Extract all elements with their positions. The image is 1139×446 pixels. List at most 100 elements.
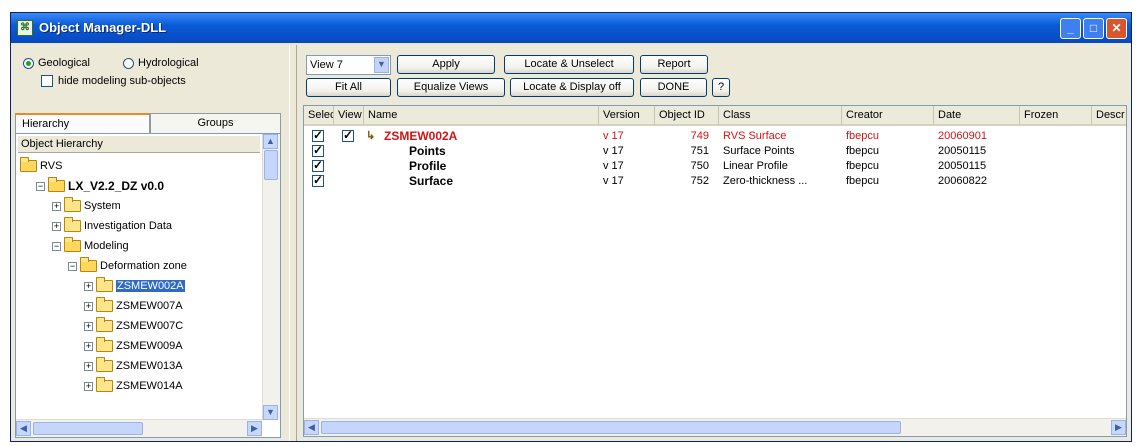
chevron-down-icon[interactable]: ▼ [374,57,389,73]
select-checkbox[interactable] [312,173,324,187]
tree-node-label[interactable]: LX_V2.2_DZ v0.0 [68,179,164,193]
radio-geological-indicator[interactable] [23,57,34,69]
column-header-version[interactable]: Version [599,106,655,126]
tree-node[interactable]: + ZSMEW014A [84,376,183,396]
column-header-object-id[interactable]: Object ID [655,106,719,126]
list-horizontal-scrollbar[interactable]: ◀ ▶ [304,418,1126,436]
tree-node-label[interactable]: ZSMEW009A [116,340,183,352]
radio-geological[interactable]: Geological [23,57,90,69]
select-checkbox[interactable] [312,128,324,142]
column-header-frozen[interactable]: Frozen [1020,106,1092,126]
hide-modeling-checkbox[interactable]: hide modeling sub-objects [41,75,186,87]
view-select[interactable]: View 7 ▼ [306,55,391,75]
done-button[interactable]: DONE [640,78,707,97]
table-row[interactable]: Points v 17 751 Surface Points fbepcu 2005011… [304,143,1126,159]
scroll-down-button[interactable]: ▼ [263,405,278,420]
locate-display-off-button[interactable]: Locate & Display off [510,78,634,97]
tree-node-label[interactable]: ZSMEW007C [116,320,183,332]
apply-button[interactable]: Apply [397,55,495,74]
scroll-right-button[interactable]: ▶ [247,421,262,436]
maximize-button[interactable]: □ [1083,18,1104,39]
list-scroll-thumb[interactable] [321,421,901,434]
scroll-up-button[interactable]: ▲ [263,134,278,149]
expand-icon[interactable]: + [52,221,61,231]
title-bar[interactable]: ⌘ Object Manager-DLL _ □ ✕ [11,13,1131,43]
tree-node[interactable]: + ZSMEW007C [84,316,183,336]
view-checkbox[interactable] [342,128,354,142]
list-scroll-left-button[interactable]: ◀ [304,420,319,435]
folder-icon [96,357,113,372]
object-name[interactable]: Points [409,143,446,159]
object-name[interactable]: ZSMEW002A [384,128,457,144]
collapse-icon[interactable]: − [68,261,77,271]
column-header-selec[interactable]: Selec [304,106,334,126]
help-button[interactable]: ? [712,78,730,97]
object-name[interactable]: Surface [409,173,453,189]
radio-hydrological-indicator[interactable] [123,57,134,69]
tab-groups[interactable]: Groups [150,113,281,133]
cell-creator: fbepcu [846,175,880,187]
expand-icon[interactable]: + [84,281,93,291]
close-button[interactable]: ✕ [1106,18,1127,39]
minimize-button[interactable]: _ [1060,18,1081,39]
column-header-date[interactable]: Date [934,106,1020,126]
column-header-class[interactable]: Class [719,106,842,126]
tree-node[interactable]: RVS [20,156,62,176]
scroll-h-thumb[interactable] [33,422,143,435]
tree-node[interactable]: − LX_V2.2_DZ v0.0 [36,176,164,196]
expand-icon[interactable]: + [84,361,93,371]
tree-node-label[interactable]: ZSMEW013A [116,360,183,372]
hide-modeling-checkbox-box[interactable] [41,75,53,87]
tree-node-label[interactable]: ZSMEW007A [116,300,183,312]
cell-date: 20060822 [938,175,987,187]
locate-unselect-button[interactable]: Locate & Unselect [504,55,634,74]
tree-node-label[interactable]: Modeling [84,240,129,252]
column-header-name[interactable]: Name [364,106,599,126]
pane-splitter[interactable] [289,45,297,441]
tree-node[interactable]: − Deformation zone [68,256,187,276]
tree-node[interactable]: + ZSMEW013A [84,356,183,376]
table-row[interactable]: ↳ ZSMEW002A v 17 749 RVS Surface fbepcu 200609… [304,128,1126,144]
tree-node-label[interactable]: RVS [40,160,62,172]
tree-vertical-scrollbar[interactable]: ▲ ▼ [262,134,280,420]
scroll-thumb[interactable] [264,150,278,180]
expand-icon[interactable]: + [84,321,93,331]
cell-object-id: 749 [690,130,709,142]
select-checkbox[interactable] [312,158,324,172]
fit-all-button[interactable]: Fit All [306,78,391,97]
report-button[interactable]: Report [640,55,708,74]
left-pane: Geological Hydrological hide modeling su… [13,45,287,439]
expand-icon[interactable]: + [52,201,61,211]
column-header-creator[interactable]: Creator [842,106,934,126]
expand-icon[interactable]: + [84,381,93,391]
tree-node-label[interactable]: Deformation zone [100,260,187,272]
column-header-descr[interactable]: Descr [1092,106,1126,126]
tree-node[interactable]: + ZSMEW007A [84,296,183,316]
expand-icon[interactable]: + [84,301,93,311]
tree-node[interactable]: + ZSMEW002A [84,276,185,296]
collapse-icon[interactable]: − [52,241,61,251]
folder-open-icon [20,157,37,172]
table-row[interactable]: Surface v 17 752 Zero-thickness ... fbepcu 20… [304,173,1126,189]
tree-node-label[interactable]: ZSMEW002A [116,280,185,292]
cell-creator: fbepcu [846,160,880,172]
object-name[interactable]: Profile [409,158,446,174]
scroll-left-button[interactable]: ◀ [16,421,31,436]
column-header-view[interactable]: View [334,106,364,126]
list-scroll-right-button[interactable]: ▶ [1111,420,1126,435]
tree-node[interactable]: − Modeling [52,236,129,256]
radio-hydrological[interactable]: Hydrological [123,57,199,69]
equalize-views-button[interactable]: Equalize Views [397,78,505,97]
collapse-icon[interactable]: − [36,181,45,191]
table-row[interactable]: Profile v 17 750 Linear Profile fbepcu 200501… [304,158,1126,174]
tree-node[interactable]: + Investigation Data [52,216,172,236]
select-checkbox[interactable] [312,143,324,157]
tree-node[interactable]: + System [52,196,121,216]
tree-node-label[interactable]: System [84,200,121,212]
tree-node-label[interactable]: ZSMEW014A [116,380,183,392]
tree-node[interactable]: + ZSMEW009A [84,336,183,356]
tree-horizontal-scrollbar[interactable]: ◀ ▶ [16,419,262,437]
tab-hierarchy[interactable]: Hierarchy [15,113,150,133]
tree-node-label[interactable]: Investigation Data [84,220,172,232]
expand-icon[interactable]: + [84,341,93,351]
